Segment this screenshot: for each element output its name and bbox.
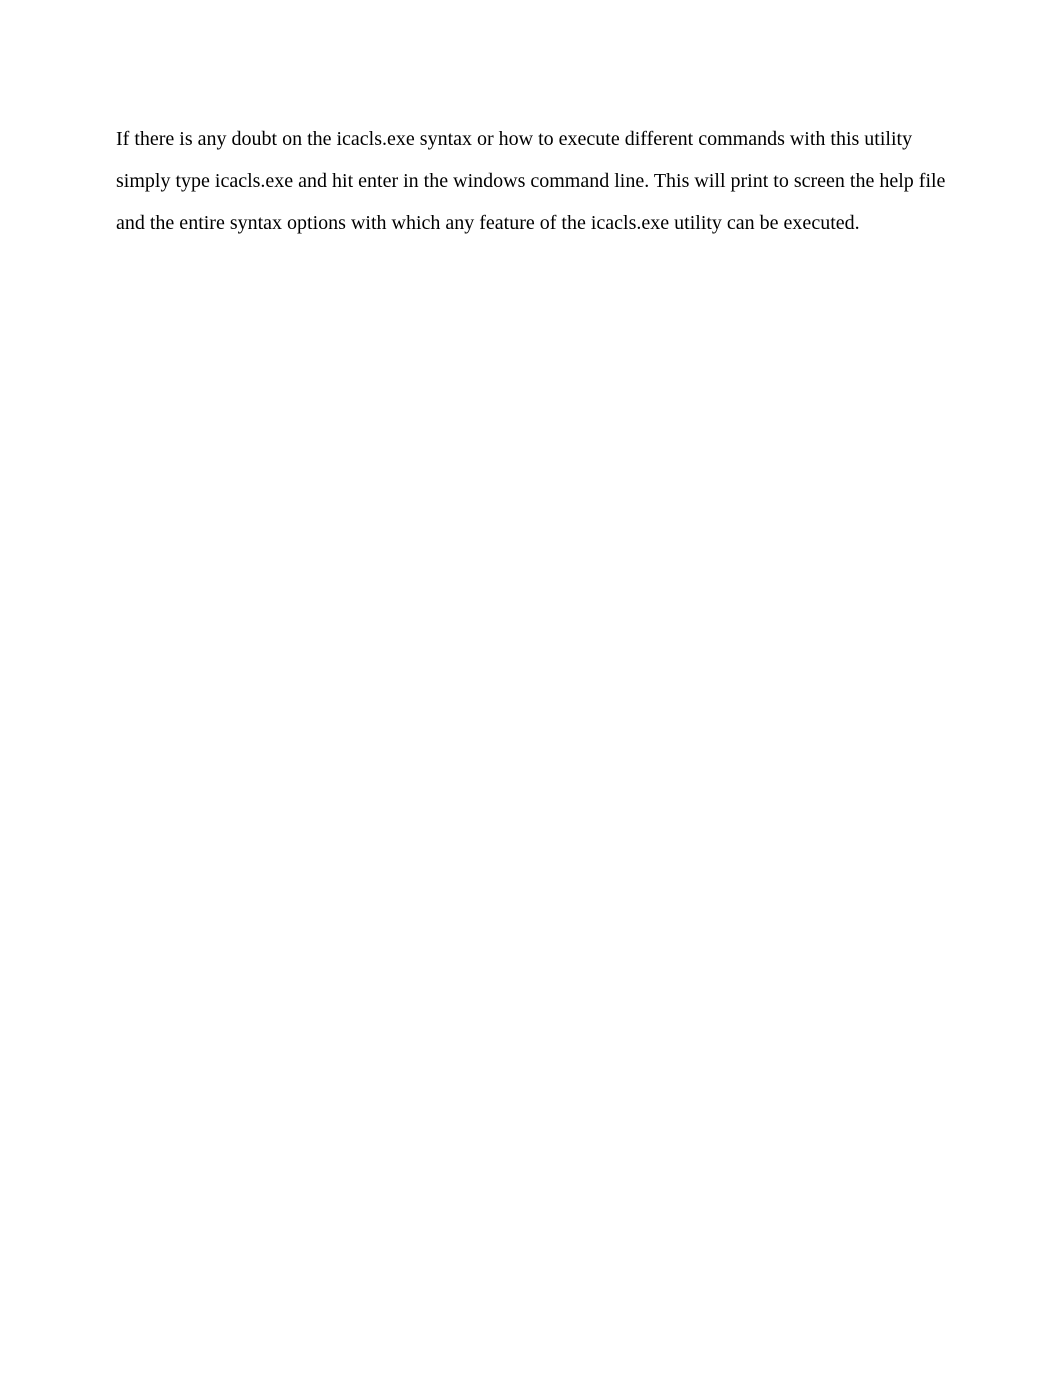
body-paragraph: If there is any doubt on the icacls.exe … [116,118,946,244]
document-page: If there is any doubt on the icacls.exe … [0,0,1062,1376]
